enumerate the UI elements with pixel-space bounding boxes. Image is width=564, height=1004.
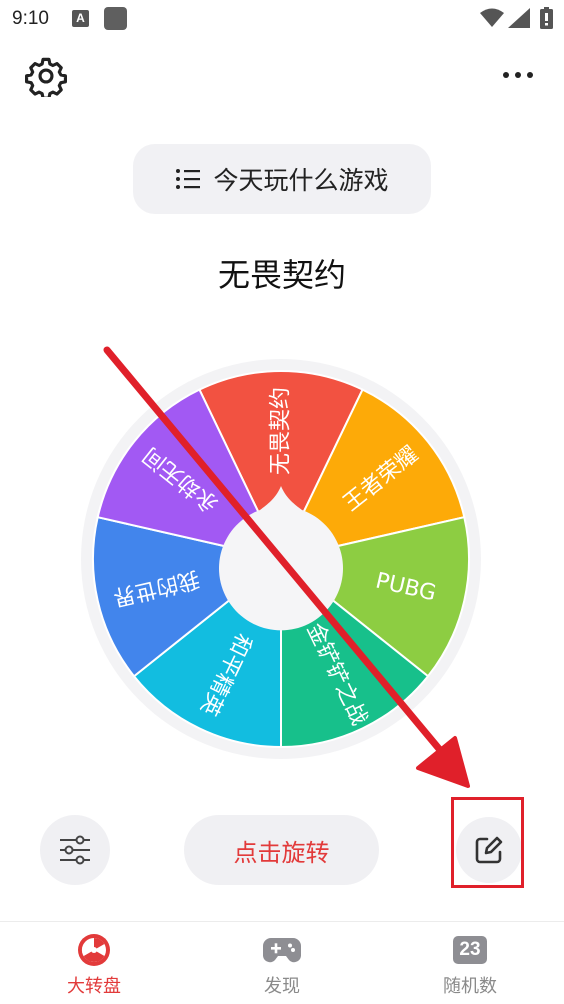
status-time: 9:10 [12,8,49,29]
spin-wheel[interactable]: 无畏契约 王者荣耀 PUBG 金铲铲之战 和平精英 我的世界 永劫无间 [80,358,482,760]
signal-icon [508,8,530,28]
tab-discover[interactable]: 发现 [188,922,376,1004]
result-title: 无畏契约 [217,256,346,294]
gamepad-icon [263,938,301,963]
sliders-icon [60,835,90,865]
edit-button-highlight-box [451,797,524,888]
status-bar: 9:10 A [0,0,564,40]
tab-label: 发现 [264,976,300,997]
tab-bar: 大转盘 发现 23 随机数 [0,921,564,1004]
calendar-number-icon: 23 [453,936,487,964]
spin-button[interactable]: 点击旋转 [184,815,379,885]
wheel-icon [78,934,110,966]
game-list-label: 今天玩什么游戏 [213,166,389,195]
wifi-icon [480,8,504,27]
tab-random-number[interactable]: 23 随机数 [376,922,564,1004]
battery-icon [540,7,553,29]
game-list-button[interactable]: 今天玩什么游戏 [133,144,431,214]
tab-wheel[interactable]: 大转盘 [0,922,188,1004]
gear-icon[interactable] [25,55,67,97]
tab-label: 随机数 [443,976,497,997]
more-horizontal-icon[interactable] [497,60,539,90]
tab-label: 大转盘 [67,976,121,997]
wheel-segment-label: 无畏契约 [269,387,294,475]
spin-label: 点击旋转 [233,838,330,867]
wheel-graphic[interactable]: 无畏契约王者荣耀PUBG金铲铲之战和平精英我的世界永劫无间 [80,358,482,760]
list-icon [176,169,201,189]
filter-button[interactable] [40,815,110,885]
notification-a-icon: A [72,10,89,27]
notification-app-icon [104,7,127,30]
